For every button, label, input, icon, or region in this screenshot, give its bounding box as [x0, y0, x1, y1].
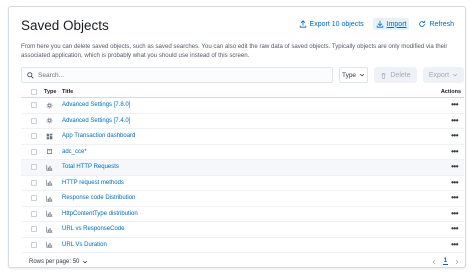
refresh-label: Refresh	[429, 20, 454, 28]
search-box[interactable]	[21, 67, 333, 83]
row-actions-button[interactable]: •••	[451, 163, 458, 171]
dashboard-icon	[46, 133, 53, 140]
delete-label: Delete	[390, 71, 411, 79]
column-actions: Actions	[440, 88, 461, 95]
search-icon	[27, 71, 34, 79]
import-button[interactable]: Import	[372, 18, 410, 30]
column-title[interactable]: Title	[62, 89, 73, 95]
row-checkbox[interactable]	[31, 226, 37, 233]
chevron-down-icon	[453, 73, 458, 77]
export-label: Export	[428, 71, 450, 79]
type-filter-label: Type	[341, 71, 357, 79]
export-button[interactable]: Export	[423, 67, 464, 83]
row-actions-button[interactable]: •••	[451, 194, 458, 202]
gear-icon	[46, 117, 53, 124]
export-all-label: Export 10 objects	[309, 20, 364, 28]
object-title-link[interactable]: adc_cce*	[62, 149, 87, 155]
row-checkbox[interactable]	[31, 117, 37, 124]
object-title-link[interactable]: Advanced Settings [7.8.0]	[62, 102, 130, 108]
row-actions-button[interactable]: •••	[451, 147, 458, 155]
chevron-down-icon	[83, 260, 88, 264]
object-title-link[interactable]: Total HTTP Requests	[62, 164, 119, 170]
gear-icon	[46, 102, 53, 109]
table-row: adc_cce* •••	[21, 145, 464, 160]
index-pattern-icon	[47, 149, 52, 155]
search-input[interactable]	[38, 71, 318, 79]
row-actions-button[interactable]: •••	[451, 132, 458, 140]
delete-button[interactable]: Delete	[374, 67, 417, 83]
rows-per-page-button[interactable]: Rows per page: 50	[29, 259, 88, 265]
table-row: Advanced Settings [7.4.0] •••	[21, 114, 464, 129]
row-checkbox[interactable]	[31, 179, 37, 186]
refresh-icon	[419, 20, 426, 27]
page-description: From here you can delete saved objects, …	[21, 43, 448, 59]
row-actions-button[interactable]: •••	[451, 240, 458, 248]
row-actions-button[interactable]: •••	[451, 225, 458, 233]
visualization-icon	[46, 241, 53, 248]
table-footer: Rows per page: 50 1	[21, 258, 464, 267]
table-header: Type Title Actions	[21, 86, 464, 98]
object-title-link[interactable]: URL vs ResponseCode	[62, 226, 124, 232]
row-checkbox[interactable]	[31, 164, 37, 171]
page-title: Saved Objects	[21, 18, 109, 33]
row-checkbox[interactable]	[31, 195, 37, 202]
table-row: App Transaction dashboard •••	[21, 129, 464, 145]
object-title-link[interactable]: HttpContentType distribution	[62, 211, 138, 217]
row-checkbox[interactable]	[31, 241, 37, 248]
import-icon	[376, 20, 383, 28]
export-all-button[interactable]: Export 10 objects	[296, 18, 367, 30]
table-toolbar: Type Delete Export	[21, 67, 464, 83]
object-title-link[interactable]: Response code Distribution	[62, 195, 135, 201]
table-row: Total HTTP Requests •••	[21, 160, 464, 176]
rows-per-page-label: Rows per page: 50	[29, 259, 80, 265]
object-title-link[interactable]: URL Vs Duration	[62, 242, 107, 248]
saved-objects-table: Type Title Actions Advanced Settings [7.…	[21, 86, 464, 253]
row-checkbox[interactable]	[31, 148, 37, 155]
select-all-checkbox[interactable]	[31, 88, 37, 95]
visualization-icon	[46, 195, 53, 202]
chevron-left-icon[interactable]	[431, 259, 437, 265]
table-row: HTTP request methods •••	[21, 176, 464, 191]
row-checkbox[interactable]	[31, 133, 37, 140]
row-actions-button[interactable]: •••	[451, 209, 458, 217]
import-label: Import	[386, 20, 407, 28]
visualization-icon	[46, 164, 53, 171]
table-row: URL vs ResponseCode •••	[21, 222, 464, 238]
chevron-down-icon	[359, 73, 365, 77]
column-type[interactable]: Type	[44, 89, 56, 95]
saved-objects-panel: Saved Objects Export 10 objects Import R…	[8, 6, 466, 268]
visualization-icon	[46, 179, 53, 186]
chevron-right-icon[interactable]	[454, 259, 460, 265]
table-row: URL Vs Duration •••	[21, 238, 464, 253]
page-number[interactable]: 1	[442, 258, 448, 265]
object-title-link[interactable]: App Transaction dashboard	[62, 133, 135, 139]
row-actions-button[interactable]: •••	[451, 101, 458, 109]
table-row: Advanced Settings [7.8.0] •••	[21, 98, 464, 114]
refresh-button[interactable]: Refresh	[415, 18, 457, 30]
trash-icon	[381, 72, 386, 79]
table-row: Response code Distribution •••	[21, 191, 464, 207]
object-title-link[interactable]: Advanced Settings [7.4.0]	[62, 118, 130, 124]
row-checkbox[interactable]	[31, 102, 37, 109]
export-icon	[299, 20, 306, 28]
type-filter-button[interactable]: Type	[339, 67, 368, 83]
pagination: 1	[431, 258, 460, 265]
table-row: HttpContentType distribution •••	[21, 207, 464, 222]
row-checkbox[interactable]	[31, 210, 37, 217]
row-actions-button[interactable]: •••	[451, 116, 458, 124]
visualization-icon	[46, 226, 53, 233]
visualization-icon	[46, 210, 53, 217]
page-header: Saved Objects Export 10 objects Import R…	[18, 15, 457, 37]
row-actions-button[interactable]: •••	[451, 178, 458, 186]
object-title-link[interactable]: HTTP request methods	[62, 180, 124, 186]
header-actions: Export 10 objects Import Refresh	[296, 18, 457, 30]
